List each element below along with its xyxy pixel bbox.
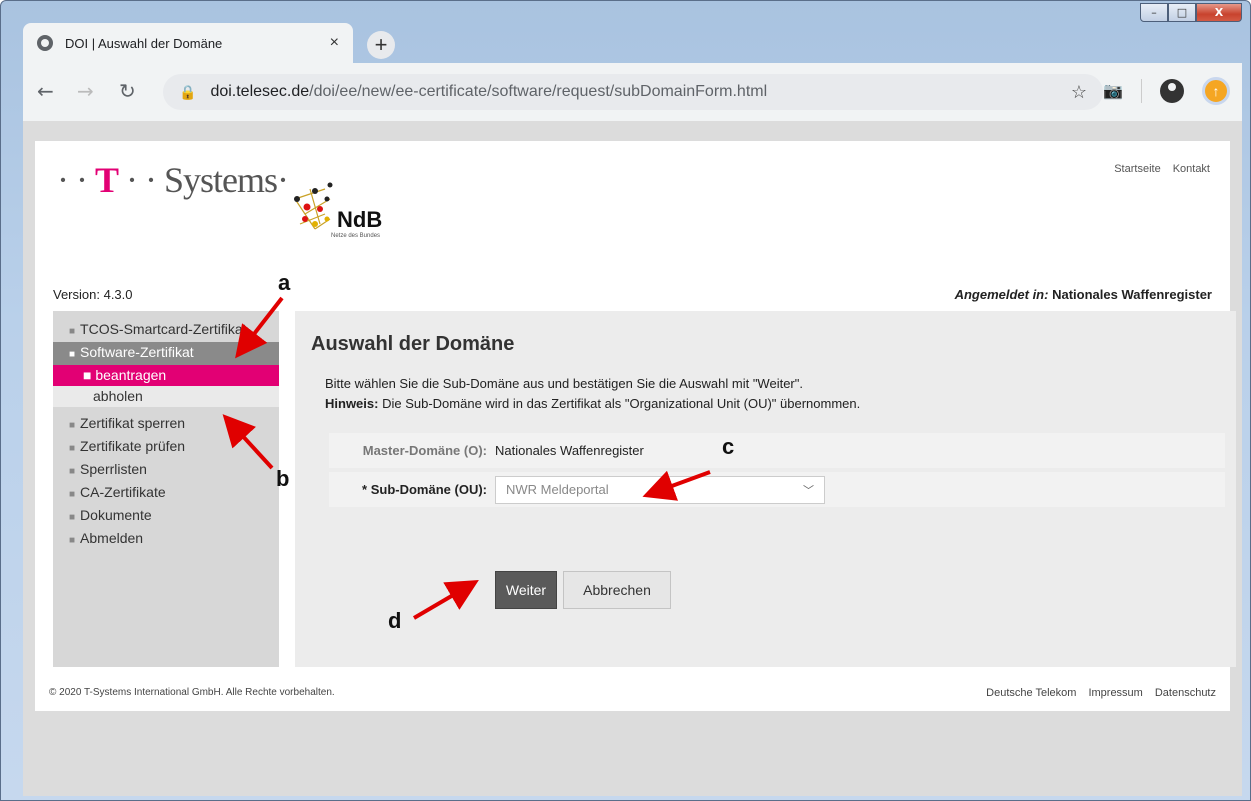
bullet-icon: ■ — [69, 326, 76, 337]
link-impressum[interactable]: Impressum — [1088, 687, 1142, 699]
sidebar-item-zertifikat-sperren[interactable]: ■ Zertifikat sperren — [53, 413, 279, 436]
footer-links: Deutsche Telekom Impressum Datenschutz — [986, 687, 1216, 699]
annotation-label-c: c — [722, 434, 735, 459]
main-content: Auswahl der Domäne Bitte wählen Sie die … — [295, 311, 1236, 667]
reload-icon[interactable]: ↻ — [119, 79, 136, 103]
back-icon[interactable]: ← — [37, 79, 54, 103]
tab-title: DOI | Auswahl der Domäne — [65, 35, 223, 51]
sidebar-nav: ■ TCOS-Smartcard-Zertifikat ■ Software-Zer… — [53, 311, 279, 667]
master-domain-row: Master-Domäne (O): Nationales Waffenregi… — [329, 433, 1225, 468]
top-links: Startseite Kontakt — [1114, 163, 1210, 175]
bullet-icon: ■ — [69, 535, 76, 546]
weiter-button[interactable]: Weiter — [495, 571, 557, 609]
intro-text: Bitte wählen Sie die Sub-Domäne aus und … — [325, 376, 861, 411]
lock-icon: 🔒 — [179, 83, 197, 100]
sidebar-item-dokumente[interactable]: ■ Dokumente — [53, 505, 279, 528]
bullet-icon: ■ — [69, 512, 76, 523]
copyright: © 2020 T-Systems International GmbH. All… — [49, 687, 335, 698]
browser-tab[interactable]: DOI | Auswahl der Domäne × — [23, 23, 353, 63]
ndb-subtitle: Netze des Bundes — [331, 233, 380, 239]
link-kontakt[interactable]: Kontakt — [1173, 163, 1210, 175]
bullet-icon: ■ — [69, 420, 76, 431]
maximize-button[interactable]: □ — [1168, 3, 1196, 22]
sidebar-item-abholen[interactable]: abholen — [53, 386, 279, 407]
sidebar-item-sperrlisten[interactable]: ■ Sperrlisten — [53, 459, 279, 482]
toolbar-divider — [1141, 79, 1142, 103]
chevron-down-icon: ﹀ — [803, 484, 814, 497]
camera-icon[interactable]: 📷 — [1103, 81, 1123, 101]
ndb-title: NdB — [337, 207, 382, 232]
t-systems-logo[interactable]: · · T · · Systems· — [57, 159, 289, 201]
new-tab-button[interactable]: + — [367, 31, 395, 59]
update-icon[interactable]: ↑ — [1202, 77, 1230, 105]
sub-domain-select[interactable]: NWR Meldeportal ﹀ — [495, 475, 825, 504]
sidebar-item-software-zertifikat[interactable]: ■ Software-Zertifikat — [53, 342, 279, 365]
window-controls: – □ X — [1140, 3, 1242, 22]
browser-window: – □ X DOI | Auswahl der Domäne × + ← → ↻… — [0, 0, 1251, 801]
master-domain-value: Nationales Waffenregister — [495, 443, 644, 458]
sidebar-item-tcos[interactable]: ■ TCOS-Smartcard-Zertifikat — [53, 311, 279, 342]
browser-toolbar: ← → ↻ 🔒 doi.telesec.de/doi/ee/new/ee-cer… — [23, 63, 1242, 121]
url-text: doi.telesec.de/doi/ee/new/ee-certificate… — [210, 83, 768, 100]
sub-domain-selected-value: NWR Meldeportal — [506, 482, 609, 497]
bullet-icon: ■ — [83, 367, 92, 383]
address-bar[interactable]: 🔒 doi.telesec.de/doi/ee/new/ee-certifica… — [163, 74, 1103, 110]
forward-icon[interactable]: → — [77, 79, 94, 103]
sub-domain-row: * Sub-Domäne (OU): NWR Meldeportal ﹀ — [329, 472, 1225, 507]
profile-icon[interactable] — [1160, 79, 1184, 103]
link-datenschutz[interactable]: Datenschutz — [1155, 687, 1216, 699]
annotation-label-b: b — [276, 466, 290, 491]
close-window-button[interactable]: X — [1196, 3, 1242, 22]
ndb-logo: NdB Netze des Bundes — [294, 182, 382, 239]
annotation-label-a: a — [278, 270, 291, 295]
close-tab-icon[interactable]: × — [330, 34, 339, 52]
link-deutsche-telekom[interactable]: Deutsche Telekom — [986, 687, 1076, 699]
globe-icon — [37, 35, 53, 51]
link-startseite[interactable]: Startseite — [1114, 163, 1160, 175]
abbrechen-button[interactable]: Abbrechen — [563, 571, 671, 609]
sidebar-item-zertifikate-pruefen[interactable]: ■ Zertifikate prüfen — [53, 436, 279, 459]
version-label: Version: 4.3.0 — [53, 287, 133, 302]
sidebar-item-beantragen[interactable]: ■ beantragen — [53, 365, 279, 386]
sidebar-item-abmelden[interactable]: ■ Abmelden — [53, 528, 279, 551]
form-buttons: Weiter Abbrechen — [495, 571, 671, 609]
bullet-icon: ■ — [69, 349, 76, 360]
sub-domain-label: * Sub-Domäne (OU): — [362, 482, 487, 497]
page-viewport: · · T · · Systems· NdB Netze des Bundes … — [23, 121, 1242, 796]
sidebar-item-ca-zertifikate[interactable]: ■ CA-Zertifikate — [53, 482, 279, 505]
bullet-icon: ■ — [69, 466, 76, 477]
bullet-icon: ■ — [69, 489, 76, 500]
page-title: Auswahl der Domäne — [311, 333, 515, 355]
master-domain-label: Master-Domäne (O): — [362, 443, 487, 458]
annotation-label-d: d — [388, 608, 402, 633]
logged-in-info: Angemeldet in: Nationales Waffenregister — [954, 287, 1212, 302]
minimize-button[interactable]: – — [1140, 3, 1168, 22]
page: · · T · · Systems· NdB Netze des Bundes … — [35, 141, 1236, 711]
domain-form: Master-Domäne (O): Nationales Waffenregi… — [329, 433, 1225, 517]
bullet-icon: ■ — [69, 443, 76, 454]
bookmark-star-icon[interactable]: ☆ — [1071, 82, 1087, 103]
